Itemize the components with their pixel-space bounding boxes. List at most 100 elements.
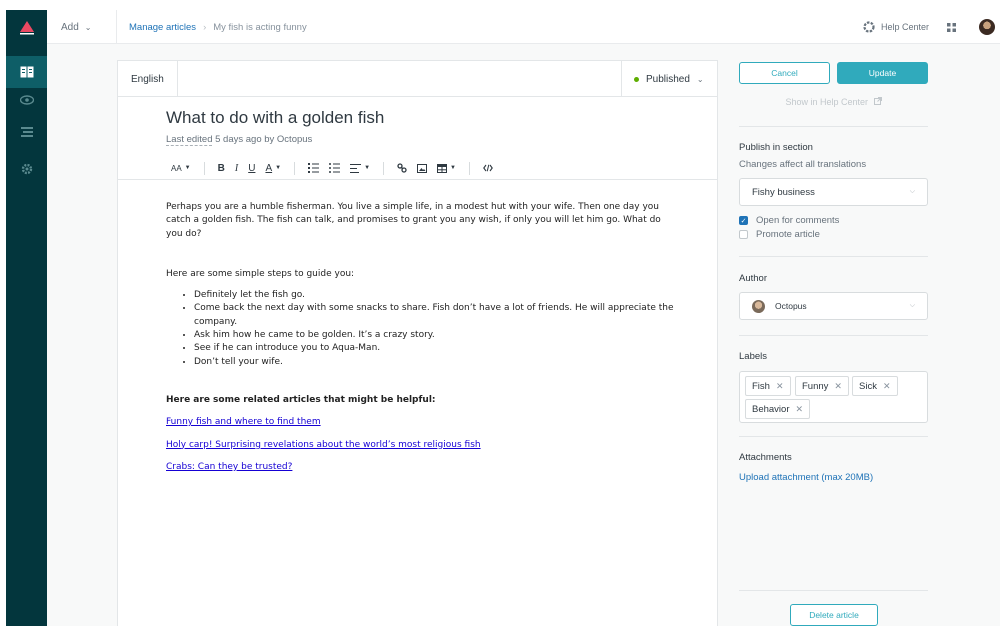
article-editor: English Published ⌄ What to do with a go… [117,60,718,626]
help-center-icon [863,21,875,33]
code-icon [483,164,493,172]
upload-attachment-link[interactable]: Upload attachment (max 20MB) [739,472,873,483]
table-button[interactable]: ▼ [432,157,461,179]
remove-label-icon[interactable]: ✕ [834,381,842,392]
caret-icon: ▼ [364,165,371,171]
delete-article-button[interactable]: Delete article [790,604,878,626]
language-tab[interactable]: English [118,61,178,97]
author-select[interactable]: Octopus ⌵ [739,292,928,320]
show-in-help-center-link[interactable]: Show in Help Center [739,97,928,107]
article-title[interactable]: What to do with a golden fish [166,108,384,128]
bullet-list-button[interactable] [324,157,345,179]
eye-icon [19,95,34,105]
breadcrumb-manage-articles[interactable]: Manage articles [129,22,196,33]
image-button[interactable] [412,157,432,179]
label-tag: Funny ✕ [795,376,849,396]
font-size-label: AA [171,163,182,173]
label-tag-text: Behavior [752,403,790,415]
section-select-value: Fishy business [752,186,815,198]
divider [739,590,928,591]
format-toolbar: AA ▼ B I U A ▼ ▼ ▼ [166,157,498,179]
font-size-button[interactable]: AA ▼ [166,157,196,179]
top-bar: Add ⌄ Manage articles › My fish is actin… [47,10,1000,44]
body-paragraph: Perhaps you are a humble fisherman. You … [166,202,661,239]
divider [739,436,928,437]
labels-title: Labels [739,351,767,362]
last-edited-label[interactable]: Last edited [166,134,213,146]
publish-section-title: Publish in section [739,142,813,153]
app-logo[interactable] [6,10,47,44]
checkbox-checked-icon: ✓ [739,216,748,225]
nav-gear-icon[interactable] [6,153,47,185]
article-body[interactable]: Perhaps you are a humble fisherman. You … [166,201,676,474]
open-for-comments-label: Open for comments [756,215,840,226]
caret-icon: ▼ [450,165,456,171]
list-item: Don’t tell your wife. [194,356,676,369]
author-select-value: Octopus [775,301,807,311]
related-link[interactable]: Holy carp! Surprising revelations about … [166,439,676,452]
remove-label-icon[interactable]: ✕ [776,381,784,392]
related-link[interactable]: Crabs: Can they be trusted? [166,461,676,474]
chevron-down-icon: ⌄ [84,22,92,32]
align-left-icon [350,163,362,173]
label-tag: Fish ✕ [745,376,791,396]
help-center-button[interactable]: Help Center [863,10,929,44]
left-nav [6,10,47,626]
toolbar-divider [294,161,296,175]
related-heading: Here are some related articles that migh… [166,394,676,407]
remove-label-icon[interactable]: ✕ [883,381,891,392]
italic-button[interactable]: I [230,157,243,179]
open-for-comments-checkbox[interactable]: ✓ Open for comments [739,215,839,226]
underline-button[interactable]: U [243,157,260,179]
remove-label-icon[interactable]: ✕ [796,404,804,415]
show-in-help-center-label: Show in Help Center [785,97,869,107]
label-tag: Sick ✕ [852,376,898,396]
book-icon [20,66,33,78]
promote-article-label: Promote article [756,229,820,240]
toolbar-divider [468,161,470,175]
status-dot-icon [634,76,639,82]
gear-icon [21,163,32,175]
align-button[interactable]: ▼ [345,157,375,179]
attachments-title: Attachments [739,452,792,463]
toolbar-divider [203,161,205,175]
labels-input[interactable]: Fish ✕ Funny ✕ Sick ✕ Behavior ✕ [739,371,928,423]
related-link[interactable]: Funny fish and where to find them [166,416,676,429]
publish-section-subtitle: Changes affect all translations [739,159,867,170]
code-button[interactable] [478,157,498,179]
help-center-label: Help Center [881,22,930,32]
nav-list-icon[interactable] [6,116,47,148]
status-dropdown[interactable]: Published ⌄ [621,61,717,97]
divider [739,256,928,257]
list-item: Ask him how he came to be golden. It’s a… [194,329,676,342]
chevron-down-icon: ⌄ [696,74,704,84]
apps-grid-icon[interactable] [947,23,956,32]
add-button[interactable]: Add ⌄ [47,10,117,44]
user-avatar[interactable] [979,19,995,35]
link-icon [397,163,407,173]
promote-article-checkbox[interactable]: Promote article [739,229,820,240]
label-tag-text: Fish [752,380,770,392]
author-avatar [752,299,765,313]
caret-icon: ▼ [275,165,282,171]
text-color-label: A [265,162,273,174]
bold-button[interactable]: B [213,157,230,179]
body-paragraph: Here are some simple steps to guide you: [166,268,355,279]
steps-list: Definitely let the fish go. Come back th… [194,289,676,369]
divider [739,126,928,127]
editor-header: English Published ⌄ [118,61,717,97]
label-tag: Behavior ✕ [745,399,811,419]
ordered-list-button[interactable] [303,157,324,179]
list-item: Definitely let the fish go. [194,289,676,302]
last-edited-info: 5 days ago by Octopus [212,134,313,145]
nav-eye-icon[interactable] [6,84,47,116]
toolbar-divider [383,161,385,175]
text-color-button[interactable]: A ▼ [260,157,286,179]
label-tag-text: Sick [859,380,877,392]
label-tag-text: Funny [802,380,829,392]
breadcrumb-separator: › [203,21,207,33]
cancel-button[interactable]: Cancel [739,62,830,84]
section-select[interactable]: Fishy business ⌵ [739,178,928,206]
update-button[interactable]: Update [837,62,928,84]
link-button[interactable] [392,157,412,179]
